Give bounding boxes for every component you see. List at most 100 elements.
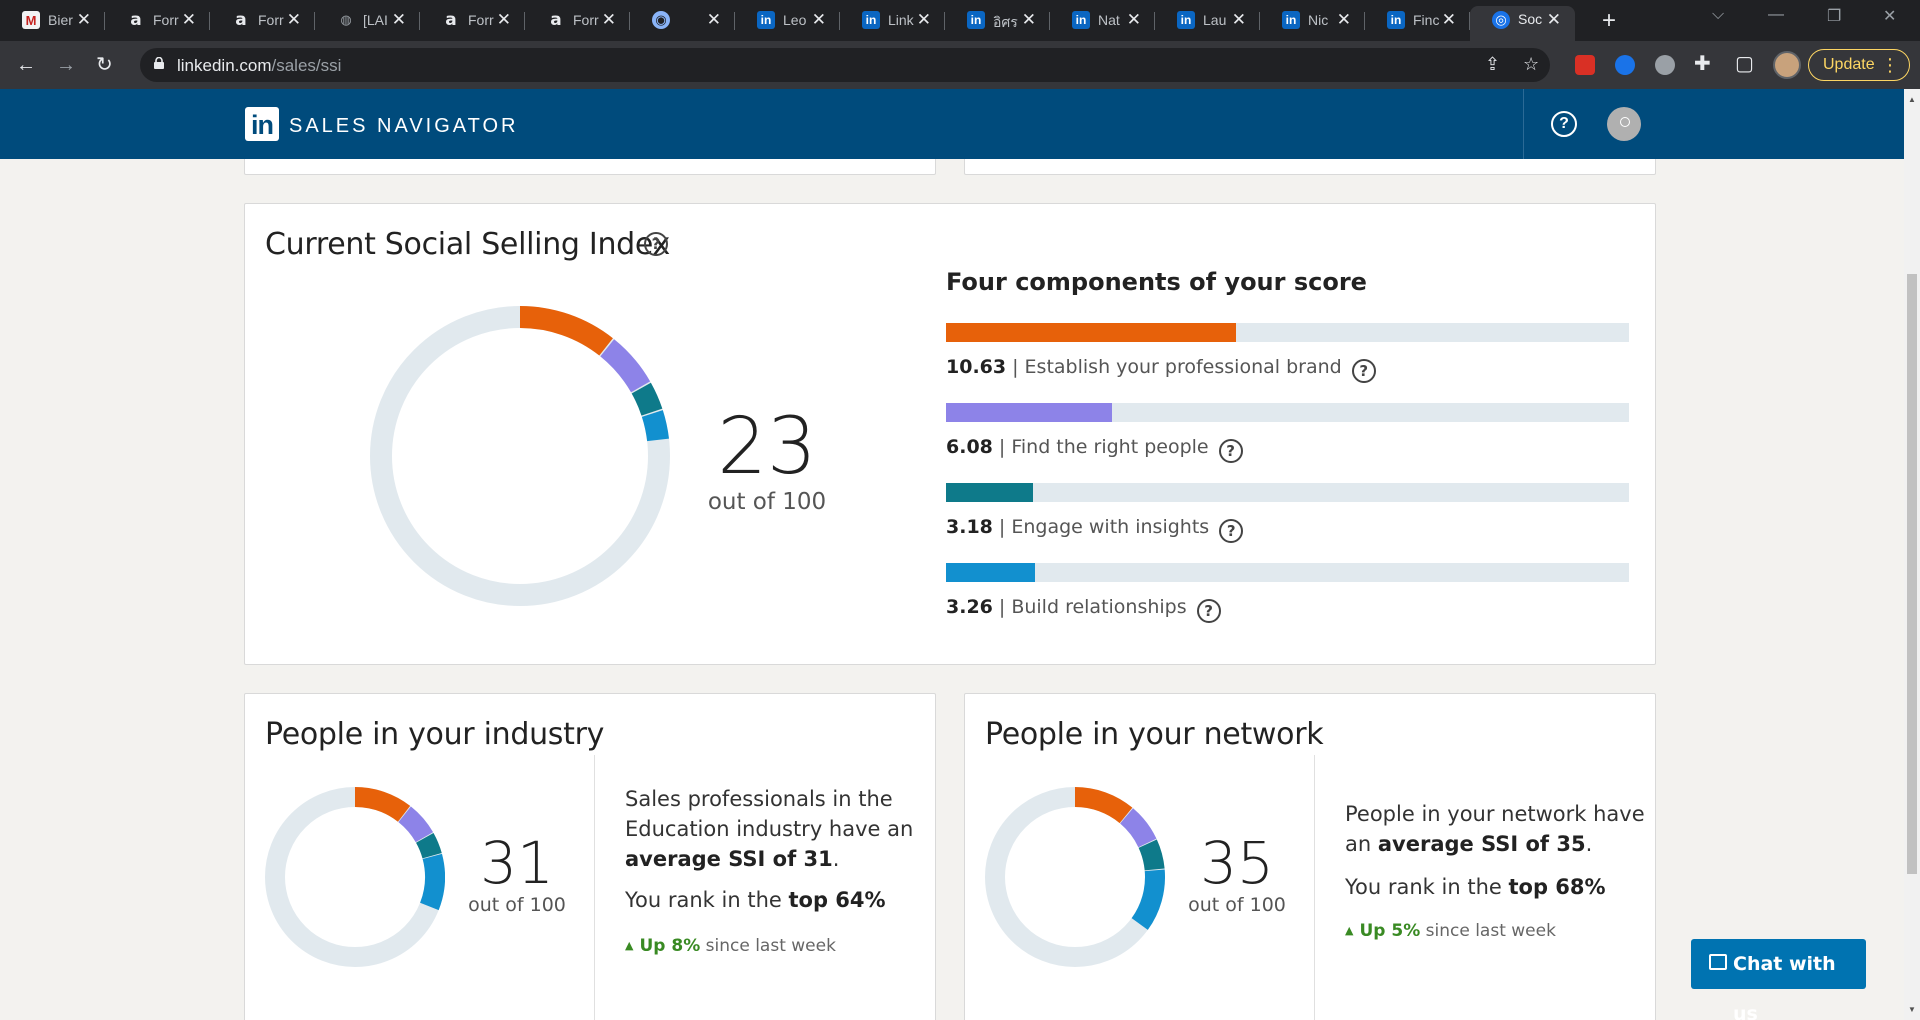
a-icon: a [235,10,247,30]
profile-avatar[interactable] [1773,51,1801,79]
user-avatar[interactable] [1607,107,1641,141]
close-tab-icon[interactable]: ✕ [917,10,931,30]
build-relationships-text: | Build relationships [998,596,1187,618]
scrollbar-thumb[interactable] [1907,274,1917,874]
reload-icon[interactable]: ↻ [96,53,113,77]
browser-tab[interactable]: M Bier ✕ [0,8,105,34]
chat-with-us-button[interactable]: Chat with us [1691,939,1866,1020]
close-tab-icon[interactable]: ✕ [497,10,511,30]
browser-tab[interactable]: ◍ [LAI ✕ [315,8,420,34]
share-icon[interactable]: ⇪ [1485,54,1500,75]
build-relationships-help-icon[interactable]: ? [1196,599,1221,623]
tab-title: Soc [1518,11,1543,27]
header-divider [1523,89,1524,159]
build-relationships-label: 3.26 | Build relationships? [946,596,1221,623]
establish-brand-bar-fill [946,323,1236,342]
close-tab-icon[interactable]: ✕ [182,10,196,30]
browser-tab[interactable]: in Lau ✕ [1155,8,1260,34]
close-tab-icon[interactable]: ✕ [1337,10,1351,30]
industry-rank: You rank in the top 64% [625,888,886,912]
linkedin-icon: in [1177,11,1195,29]
find-people-bar-fill [946,403,1112,422]
close-tab-icon[interactable]: ✕ [392,10,406,30]
close-tab-icon[interactable]: ✕ [287,10,301,30]
browser-tab[interactable]: a Forr ✕ [105,8,210,34]
network-donut-segment-establish-brand [1074,787,1133,824]
page-scrollbar[interactable]: ▲ ▼ [1904,89,1920,1020]
browser-toolbar: ← → ↻ linkedin.com/sales/ssi ⇪ ☆ ✚ ▢ Upd… [0,41,1920,89]
browser-tab[interactable]: a Forr ✕ [420,8,525,34]
browser-tab[interactable]: in Finc ✕ [1365,8,1470,34]
network-donut-segment-engage-insights [1138,839,1165,871]
close-tab-icon[interactable]: ✕ [1442,10,1456,30]
tab-title: Bier [48,12,73,28]
close-tab-icon[interactable]: ✕ [1127,10,1141,30]
lock-icon [154,57,164,69]
engage-insights-value: 3.18 [946,516,993,538]
help-icon[interactable]: ? [1551,111,1577,137]
find-people-text: | Find the right people [998,436,1209,458]
find-people-help-icon[interactable]: ? [1218,439,1243,463]
ssi-score-value: 23 [717,402,817,492]
close-tab-icon[interactable]: ✕ [77,10,91,30]
find-people-value: 6.08 [946,436,993,458]
close-tab-icon[interactable]: ✕ [602,10,616,30]
new-tab-button[interactable]: + [1602,7,1616,35]
close-tab-icon[interactable]: ✕ [1547,10,1561,30]
product-title[interactable]: SALES NAVIGATOR [289,115,519,138]
address-bar[interactable]: linkedin.com/sales/ssi ⇪ ☆ [140,48,1550,82]
linkedin-icon: in [967,11,985,29]
forward-icon[interactable]: → [56,53,76,77]
browser-tab[interactable]: in Leo ✕ [735,8,840,34]
browser-tab[interactable]: a Forr ✕ [525,8,630,34]
industry-donut-segment-build-relationships [419,853,445,911]
browser-tab[interactable]: ◎ Soc ✕ [1470,6,1575,41]
network-score: 35 out of 100 [1182,832,1292,916]
linkedin-icon: in [862,11,880,29]
ssi-donut-segment-establish-brand [519,306,613,356]
side-panel-icon[interactable]: ▢ [1735,52,1754,76]
extension-gray-icon[interactable] [1655,55,1675,75]
tab-title: Link [888,12,914,28]
close-tab-icon[interactable]: ✕ [812,10,826,30]
bookmark-star-icon[interactable]: ☆ [1523,54,1539,75]
tab-search-icon[interactable]: ⌵ [1712,6,1724,24]
back-icon[interactable]: ← [16,53,36,77]
browser-tab[interactable]: in อิศร ✕ [945,8,1050,34]
minimize-icon[interactable]: — [1768,6,1784,24]
build-relationships-value: 3.26 [946,596,993,618]
scroll-down-icon[interactable]: ▼ [1908,1005,1916,1014]
close-tab-icon[interactable]: ✕ [1232,10,1246,30]
engage-insights-bar-fill [946,483,1033,502]
url-text: linkedin.com/sales/ssi [177,56,342,75]
colorful-icon: ◉ [652,11,670,29]
compass-icon: ◎ [1492,11,1510,29]
close-window-icon[interactable]: ✕ [1883,6,1896,26]
page-content: Current Social Selling Index ? 23 out of… [0,159,1904,1020]
extension-red-icon[interactable] [1575,55,1595,75]
close-tab-icon[interactable]: ✕ [1022,10,1036,30]
network-score-value: 35 [1200,829,1274,897]
linkedin-logo[interactable]: in [245,107,279,141]
tab-title: Nic [1308,12,1329,28]
browser-tab[interactable]: a Forr ✕ [210,8,315,34]
previous-card-right [964,159,1656,175]
a-icon: a [550,10,562,30]
extension-blue-icon[interactable] [1615,55,1635,75]
browser-tab[interactable]: ◉ ✕ [630,8,735,34]
update-button[interactable]: Update ⋮ [1808,49,1910,81]
establish-brand-value: 10.63 [946,356,1007,378]
browser-tab[interactable]: in Nic ✕ [1260,8,1365,34]
establish-brand-help-icon[interactable]: ? [1351,359,1376,383]
browser-tab[interactable]: in Nat ✕ [1050,8,1155,34]
scroll-up-icon[interactable]: ▲ [1908,95,1916,104]
close-tab-icon[interactable]: ✕ [707,10,721,30]
build-relationships-bar [946,563,1629,582]
ssi-help-icon[interactable]: ? [644,232,668,256]
establish-brand-text: | Establish your professional brand [1012,356,1342,378]
restore-icon[interactable]: ❐ [1827,6,1841,26]
engage-insights-help-icon[interactable]: ? [1219,519,1244,543]
extensions-puzzle-icon[interactable]: ✚ [1694,52,1711,76]
browser-tab[interactable]: in Link ✕ [840,8,945,34]
tab-title: Leo [783,12,807,28]
